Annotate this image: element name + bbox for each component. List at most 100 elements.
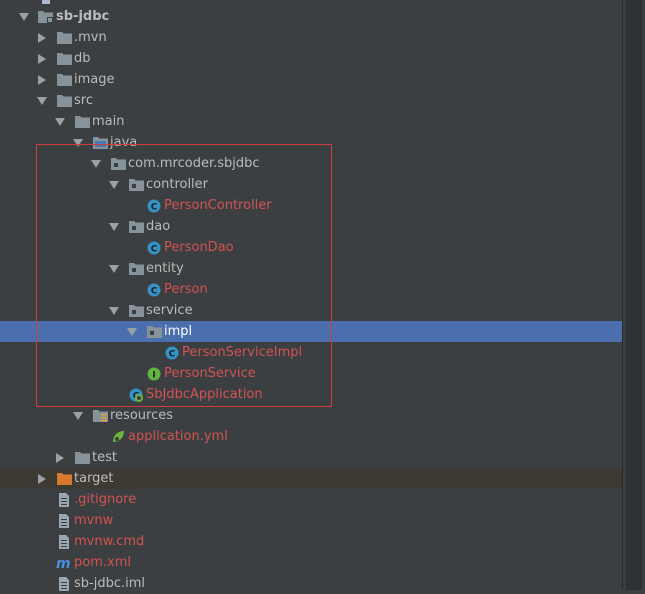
tree-node-com-mrcoder-sbjdbc[interactable]: com.mrcoder.sbjdbc — [0, 153, 622, 174]
expand-arrow-down-icon[interactable] — [18, 11, 30, 23]
folder-icon — [74, 450, 90, 466]
tree-node-label: resources — [110, 408, 174, 423]
expand-arrow-down-icon[interactable] — [90, 158, 102, 170]
tree-node-label: service — [146, 303, 193, 318]
tree-node-label: controller — [146, 177, 209, 192]
folder-icon — [56, 93, 72, 109]
tree-node-label: src — [74, 93, 93, 108]
maven-icon: m — [56, 555, 72, 571]
tree-node-label: impl — [164, 324, 193, 339]
tree-node-personserviceimpl[interactable]: C PersonServiceImpl — [0, 342, 622, 363]
tree-node-label: PersonDao — [164, 240, 234, 255]
expand-arrow-right-icon[interactable] — [36, 473, 48, 485]
tree-node-label: SbJdbcApplication — [146, 387, 263, 402]
tree-node-personservice[interactable]: I PersonService — [0, 363, 622, 384]
file-icon — [56, 534, 72, 550]
tree-node-label: image — [74, 72, 115, 87]
tree-node-label: .mvn — [74, 30, 107, 45]
tree-node-label: .gitignore — [74, 492, 137, 507]
tree-node-person[interactable]: C Person — [0, 279, 622, 300]
expand-arrow-down-icon[interactable] — [108, 221, 120, 233]
class-icon: C — [146, 240, 162, 256]
spring-yml-icon — [110, 429, 126, 445]
tree-node-label: mvnw.cmd — [74, 534, 145, 549]
svg-text:m: m — [56, 556, 71, 570]
tree-node-sb-jdbc-iml[interactable]: sb-jdbc.iml — [0, 573, 622, 594]
folder-icon — [56, 72, 72, 88]
package-icon — [128, 177, 144, 193]
expand-arrow-down-icon[interactable] — [108, 179, 120, 191]
svg-text:C: C — [169, 349, 176, 359]
package-icon — [128, 261, 144, 277]
svg-text:C: C — [151, 286, 158, 296]
tree-node-src[interactable]: src — [0, 90, 622, 111]
tree-node-label: db — [74, 51, 91, 66]
tree-node-label: PersonService — [164, 366, 256, 381]
tree-node-application-yml[interactable]: application.yml — [0, 426, 622, 447]
tree-node-db[interactable]: db — [0, 48, 622, 69]
folder-icon — [74, 114, 90, 130]
package-icon — [128, 303, 144, 319]
expand-arrow-down-icon[interactable] — [126, 326, 138, 338]
project-tree[interactable]: sb-jdbc .mvn db image src main java com.mrcoder… — [0, 0, 622, 591]
folder-icon — [56, 30, 72, 46]
scrollbar-thumb[interactable] — [626, 0, 642, 590]
tree-node-label: com.mrcoder.sbjdbc — [128, 156, 260, 171]
tree-node-entity[interactable]: entity — [0, 258, 622, 279]
class-icon: C — [146, 198, 162, 214]
tree-node-main[interactable]: main — [0, 111, 622, 132]
excluded-folder-icon — [56, 471, 72, 487]
tree-node-label: PersonServiceImpl — [182, 345, 303, 360]
expand-arrow-down-icon[interactable] — [72, 137, 84, 149]
expand-arrow-down-icon[interactable] — [108, 305, 120, 317]
tree-node-sbjdbcapplication[interactable]: CSbJdbcApplication — [0, 384, 622, 405]
svg-text:C: C — [151, 244, 158, 254]
expand-arrow-down-icon[interactable] — [72, 410, 84, 422]
tree-node-label: test — [92, 450, 117, 465]
file-icon — [56, 576, 72, 592]
tree-node-label: target — [74, 471, 114, 486]
tree-node-impl[interactable]: impl — [0, 321, 622, 342]
tree-node-personcontroller[interactable]: C PersonController — [0, 195, 622, 216]
folder-icon — [56, 51, 72, 67]
tree-node-label: application.yml — [128, 429, 228, 444]
tree-node-label: dao — [146, 219, 171, 234]
expand-arrow-down-icon[interactable] — [54, 116, 66, 128]
tree-node-dao[interactable]: dao — [0, 216, 622, 237]
svg-text:I: I — [152, 370, 155, 380]
expand-arrow-down-icon[interactable] — [36, 95, 48, 107]
tree-node-gitignore[interactable]: .gitignore — [0, 489, 622, 510]
tree-node-persondao[interactable]: C PersonDao — [0, 237, 622, 258]
expand-arrow-right-icon[interactable] — [36, 32, 48, 44]
tree-node-sb-jdbc[interactable]: sb-jdbc — [0, 6, 622, 27]
tree-node-mvnw-cmd[interactable]: mvnw.cmd — [0, 531, 622, 552]
spring-boot-class-icon: C — [128, 387, 144, 403]
tree-node-target[interactable]: target — [0, 468, 622, 489]
tree-node-label: Person — [164, 282, 208, 297]
expand-arrow-right-icon[interactable] — [54, 452, 66, 464]
tree-node-resources[interactable]: resources — [0, 405, 622, 426]
expand-arrow-down-icon[interactable] — [108, 263, 120, 275]
package-icon — [146, 324, 162, 340]
tree-node-mvn[interactable]: .mvn — [0, 27, 622, 48]
tree-node-label: main — [92, 114, 125, 129]
resources-folder-icon — [92, 408, 108, 424]
tree-node-pom-xml[interactable]: m pom.xml — [0, 552, 622, 573]
tree-node-label: entity — [146, 261, 184, 276]
svg-text:C: C — [151, 202, 158, 212]
source-folder-icon — [92, 135, 108, 151]
tree-node-service[interactable]: service — [0, 300, 622, 321]
tree-node-mvnw[interactable]: mvnw — [0, 510, 622, 531]
tree-node-image[interactable]: image — [0, 69, 622, 90]
expand-arrow-right-icon[interactable] — [36, 53, 48, 65]
tree-node-java[interactable]: java — [0, 132, 622, 153]
expand-arrow-right-icon[interactable] — [36, 74, 48, 86]
tree-node-test[interactable]: test — [0, 447, 622, 468]
package-icon — [128, 219, 144, 235]
module-folder-icon — [38, 9, 54, 25]
tree-node-label: java — [110, 135, 138, 150]
vertical-scrollbar[interactable] — [622, 0, 645, 590]
tree-node-label: sb-jdbc.iml — [74, 576, 145, 591]
tree-node-label: mvnw — [74, 513, 114, 528]
tree-node-controller[interactable]: controller — [0, 174, 622, 195]
